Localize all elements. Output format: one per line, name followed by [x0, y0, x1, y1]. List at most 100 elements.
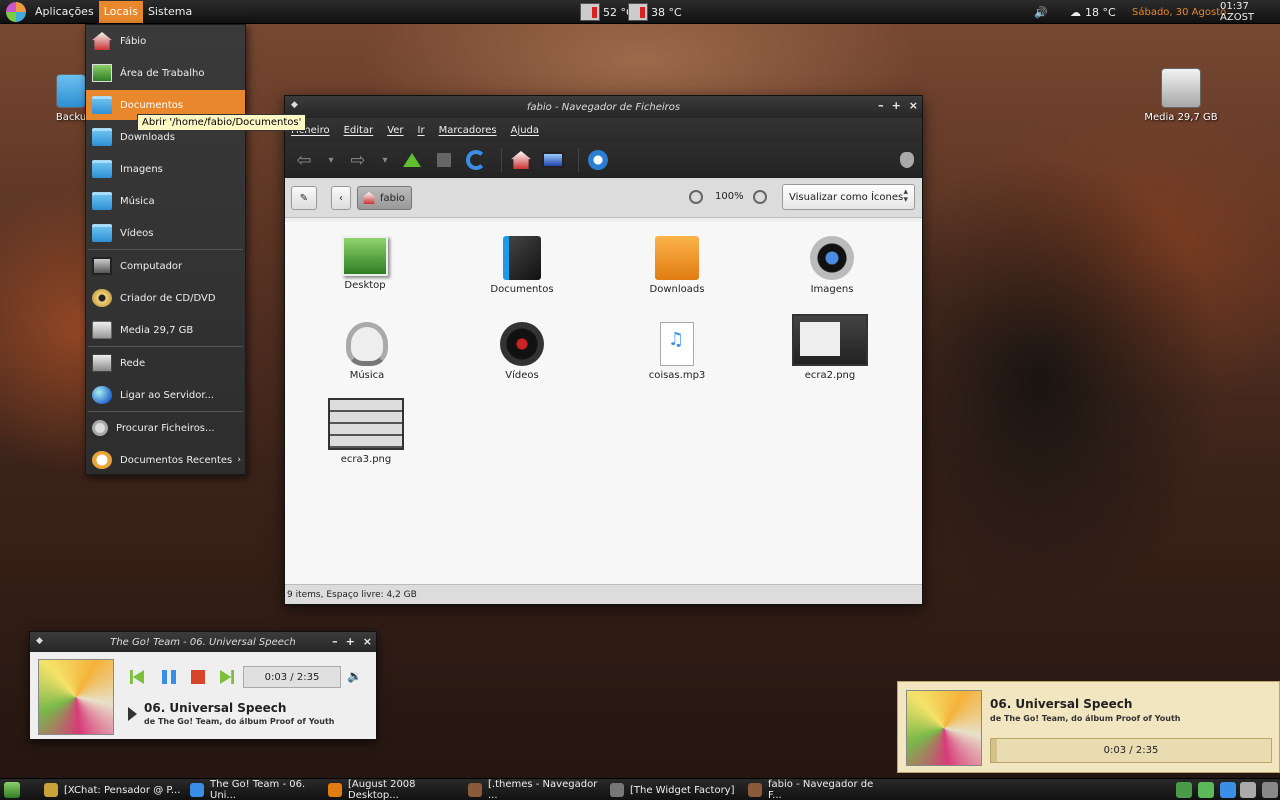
now-playing-notification[interactable]: 06. Universal Speech de The Go! Team, do… [897, 681, 1280, 773]
reload-button[interactable] [463, 147, 489, 173]
maximize-icon[interactable]: + [346, 635, 355, 648]
desktop-icon-media[interactable]: Media 29,7 GB [1140, 68, 1222, 123]
file-item[interactable]: Música [317, 322, 417, 381]
file-item[interactable]: coisas.mp3 [627, 322, 727, 381]
taskbar-item[interactable]: [.themes - Navegador ... [468, 779, 600, 800]
menu-item-desktop[interactable]: Área de Trabalho [86, 58, 245, 88]
taskbar-item[interactable]: [XChat: Pensador @ P... [44, 779, 184, 800]
desktop-folder-icon [342, 236, 388, 276]
menu-item-label: Documentos Recentes [120, 454, 233, 466]
clock-label[interactable]: 01:37 AZOST [1220, 0, 1280, 24]
menu-item-connect-server[interactable]: Ligar ao Servidor... [86, 380, 245, 410]
menu-applications[interactable]: Aplicações [30, 1, 99, 23]
zoom-in-icon[interactable] [753, 190, 767, 204]
file-item[interactable]: Vídeos [472, 322, 572, 381]
view-mode-select[interactable]: Visualizar como Ícones ▴ ▾ [782, 184, 915, 210]
computer-button[interactable] [540, 147, 566, 173]
taskbar-item[interactable]: [The Widget Factory] [610, 779, 740, 800]
file-name: ecra3.png [340, 454, 392, 465]
file-item[interactable]: Desktop [315, 236, 415, 291]
hdd-temp-applet[interactable]: 38 °C [628, 3, 682, 21]
menu-system[interactable]: Sistema [143, 1, 197, 23]
file-item[interactable]: Downloads [627, 236, 727, 295]
show-desktop-icon[interactable] [4, 782, 20, 798]
minimize-icon[interactable]: – [332, 635, 338, 648]
menu-separator [88, 411, 243, 412]
taskbar-item[interactable]: [August 2008 Desktop... [328, 779, 460, 800]
taskbar-item[interactable]: The Go! Team - 06. Uni... [190, 779, 320, 800]
menu-item-videos[interactable]: Vídeos [86, 218, 245, 248]
music-note-icon[interactable] [1220, 782, 1236, 798]
taskbar-item-label: fabio - Navegador de F... [768, 779, 874, 800]
menu-item-network[interactable]: Rede [86, 348, 245, 378]
music-folder-icon [346, 322, 388, 366]
volume-icon[interactable]: 🔉 [347, 669, 362, 683]
minimize-icon[interactable]: – [878, 99, 884, 112]
file-name: Imagens [810, 284, 854, 295]
close-icon[interactable]: × [363, 635, 372, 648]
pause-icon[interactable] [162, 670, 176, 684]
file-item[interactable]: Imagens [782, 236, 882, 295]
trash-icon[interactable] [1262, 782, 1278, 798]
folder-icon [92, 192, 112, 210]
back-button[interactable]: ⇦ [291, 147, 317, 173]
menu-item-computer[interactable]: Computador [86, 251, 245, 281]
cd-icon [92, 289, 112, 307]
menu-places[interactable]: Locais [98, 0, 143, 23]
file-item[interactable]: Documentos [472, 236, 572, 295]
weather-applet[interactable]: ☁ 18 °C [1070, 0, 1116, 24]
menu-item-search-files[interactable]: Procurar Ficheiros... [86, 413, 245, 443]
menu-edit[interactable]: Editar [344, 125, 374, 136]
workspace-switcher-icon[interactable] [1240, 782, 1256, 798]
close-icon[interactable]: × [909, 99, 918, 112]
previous-track-icon[interactable] [130, 670, 144, 684]
taskbar-item[interactable]: fabio - Navegador de F... [748, 779, 888, 800]
menu-item-pictures[interactable]: Imagens [86, 154, 245, 184]
maximize-icon[interactable]: + [892, 99, 901, 112]
menu-item-cd-creator[interactable]: Criador de CD/DVD [86, 283, 245, 313]
file-item[interactable]: ecra3.png [316, 398, 416, 465]
forward-button[interactable]: ⇨ [345, 147, 371, 173]
toggle-location-button[interactable]: ✎ [291, 186, 317, 210]
chat-icon[interactable] [1198, 782, 1214, 798]
menu-item-label: Área de Trabalho [120, 67, 205, 79]
menu-help[interactable]: Ajuda [511, 125, 539, 136]
zoom-out-icon[interactable] [689, 190, 703, 204]
menu-view[interactable]: Ver [387, 125, 403, 136]
menu-go[interactable]: Ir [418, 125, 425, 136]
back-history-button[interactable]: ▾ [323, 147, 339, 173]
time-display[interactable]: 0:03 / 2:35 [243, 666, 341, 688]
menu-item-music[interactable]: Música [86, 186, 245, 216]
date-label[interactable]: Sábado, 30 Agosto [1132, 0, 1226, 24]
file-name: Música [349, 370, 385, 381]
up-button[interactable] [399, 147, 425, 173]
path-back-button[interactable]: ‹ [331, 186, 351, 210]
desktop-icon-backup[interactable]: Backu [54, 74, 88, 123]
messenger-icon[interactable] [1176, 782, 1192, 798]
window-titlebar[interactable]: ◆ fabio - Navegador de Ficheiros – + × [285, 96, 922, 118]
menu-item-recent-documents[interactable]: Documentos Recentes › [86, 445, 245, 475]
search-button[interactable] [585, 147, 611, 173]
file-view[interactable]: Desktop Documentos Downloads Imagens Mús… [285, 222, 922, 584]
stop-button[interactable] [431, 147, 457, 173]
file-item[interactable]: ecra2.png [780, 314, 880, 381]
forward-history-button[interactable]: ▾ [377, 147, 393, 173]
next-track-icon[interactable] [220, 670, 234, 684]
menu-item-label: Fábio [120, 35, 147, 47]
search-icon [92, 420, 108, 436]
cpu-temp-applet[interactable]: 52 °C [580, 3, 634, 21]
menu-item-label: Procurar Ficheiros... [116, 422, 215, 434]
play-icon[interactable] [128, 707, 137, 721]
zoom-level[interactable]: 100% [715, 191, 744, 202]
distro-logo-icon[interactable] [6, 1, 26, 22]
stop-icon[interactable] [191, 670, 205, 684]
window-menu-icon[interactable]: ◆ [291, 100, 298, 110]
window-menu-icon[interactable]: ◆ [36, 636, 43, 646]
menu-item-media[interactable]: Media 29,7 GB [86, 315, 245, 345]
breadcrumb[interactable]: fabio [357, 186, 412, 210]
menu-bookmarks[interactable]: Marcadores [439, 125, 497, 136]
volume-icon[interactable]: 🔊 [1034, 0, 1048, 24]
menu-item-home[interactable]: Fábio [86, 26, 245, 56]
window-titlebar[interactable]: ◆ The Go! Team - 06. Universal Speech – … [30, 632, 376, 652]
home-button[interactable] [508, 147, 534, 173]
